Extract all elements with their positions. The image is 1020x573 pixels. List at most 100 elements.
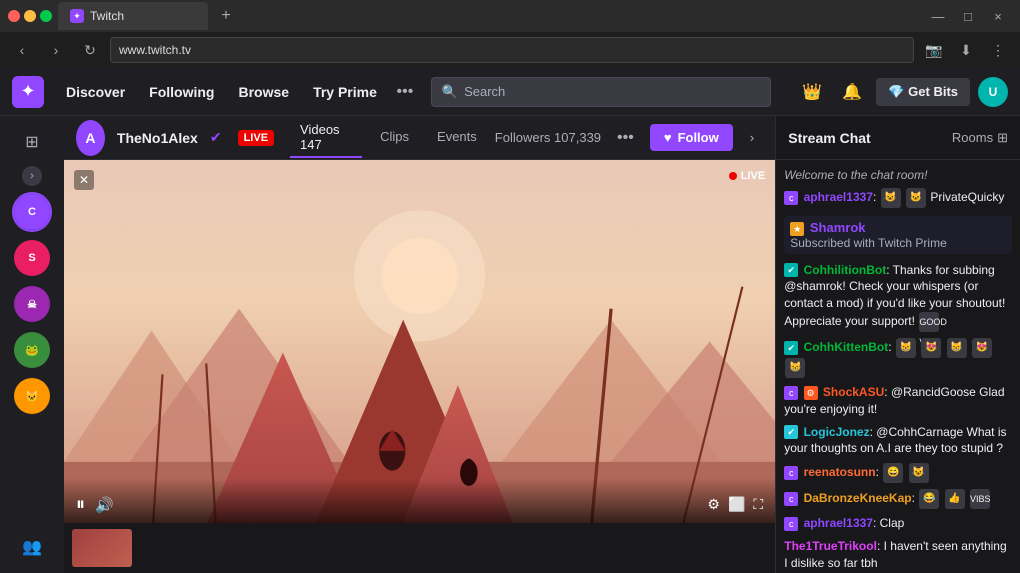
volume-button[interactable]: 🔊 [95, 496, 114, 514]
channel-avatar-5[interactable]: 🐱 [12, 376, 52, 416]
expand-button[interactable]: › [741, 124, 764, 152]
video-player[interactable]: ✕ LIVE ⏸ 🔊 ⚙ ⬜ ⛶ [64, 160, 775, 523]
chat-welcome: Welcome to the chat room! [784, 168, 1012, 182]
twitch-app: ✦ Discover Following Browse Try Prime ••… [0, 68, 1020, 573]
channel-avatar-3[interactable]: ☠ [12, 284, 52, 324]
channel-main-avatar: A [76, 120, 105, 156]
username-aphrael2: aphrael1337 [804, 516, 873, 530]
emote-bronze3: VIBS [970, 489, 990, 509]
collapse-arrow[interactable]: › [22, 166, 42, 186]
username-logic: LogicJonez [804, 425, 870, 439]
emote-k4: 😻 [972, 338, 992, 358]
channel-more-button[interactable]: ••• [609, 125, 642, 151]
live-text: LIVE [741, 170, 765, 182]
channel-avatar-1[interactable]: C [12, 192, 52, 232]
chat-message-bronze: c DaBronzeKneeKap: 😂 👍 VIBS [784, 489, 1012, 509]
emote-reena: 😄 [883, 463, 903, 483]
emote-k1: 😸 [896, 338, 916, 358]
address-bar[interactable]: www.twitch.tv [110, 37, 914, 63]
badge-bronze: c [784, 492, 798, 506]
minimize-button[interactable]: — [924, 2, 952, 30]
badge-aphrael2: c [784, 517, 798, 531]
search-placeholder: Search [464, 84, 505, 99]
bell-icon[interactable]: 🔔 [836, 76, 868, 108]
chat-message-reena: c reenatosunn: 😄 😺 [784, 463, 1012, 483]
traffic-lights [8, 10, 52, 22]
theatre-button[interactable]: ⬜ [728, 496, 745, 513]
user-avatar[interactable]: U [978, 77, 1008, 107]
crown-icon[interactable]: 👑 [796, 76, 828, 108]
grid-view-button[interactable]: ⊞ [14, 124, 50, 160]
play-pause-button[interactable]: ⏸ [76, 494, 85, 515]
gem-icon: 💎 [888, 84, 904, 100]
follow-button[interactable]: ♥ Follow [650, 124, 733, 151]
badge-shock2: ⚙ [804, 386, 818, 400]
refresh-button[interactable]: ↻ [76, 36, 104, 64]
rooms-icon: ⊞ [997, 130, 1008, 146]
badge-reena: c [784, 466, 798, 480]
maximize-traffic-light[interactable] [40, 10, 52, 22]
emote-k3: 😸 [947, 338, 967, 358]
twitch-logo: ✦ [12, 76, 44, 108]
nav-discover[interactable]: Discover [56, 78, 135, 106]
nav-more-button[interactable]: ••• [391, 78, 419, 106]
channel-avatar-2[interactable]: S [12, 238, 52, 278]
main-content: ✦ Discover Following Browse Try Prime ••… [0, 68, 1020, 573]
player-controls: ⏸ 🔊 ⚙ ⬜ ⛶ [64, 478, 775, 523]
settings-button[interactable]: ⚙ [707, 496, 720, 513]
forward-button[interactable]: › [42, 36, 70, 64]
chat-message-aphrael2: c aphrael1337: Clap [784, 515, 1012, 532]
badge-bot: ✔ [784, 263, 798, 277]
browser-toolbar: ‹ › ↻ www.twitch.tv 📷 ⬇ ⋮ [0, 32, 1020, 68]
channel-avatar-4[interactable]: 🐸 [12, 330, 52, 370]
menu-icon[interactable]: ⋮ [984, 36, 1012, 64]
live-dot [729, 172, 737, 180]
thumbnail-bar [64, 523, 775, 573]
badge-shock: c [784, 386, 798, 400]
tab-events[interactable]: Events [427, 125, 487, 150]
search-container: 🔍 Search [431, 77, 771, 107]
nav-try-prime[interactable]: Try Prime [303, 78, 387, 106]
search-box[interactable]: 🔍 Search [431, 77, 771, 107]
badge-logic: ✔ [784, 425, 798, 439]
camera-icon[interactable]: 📷 [920, 36, 948, 64]
nav-following[interactable]: Following [139, 78, 224, 106]
close-button[interactable]: × [984, 2, 1012, 30]
emote-k2: 😻 [921, 338, 941, 358]
download-icon[interactable]: ⬇ [952, 36, 980, 64]
back-button[interactable]: ‹ [8, 36, 36, 64]
browser-tab[interactable]: ✦ Twitch [58, 2, 208, 30]
minimize-traffic-light[interactable] [24, 10, 36, 22]
tab-title: Twitch [90, 9, 124, 23]
emote-bronze1: 😂 [919, 489, 939, 509]
users-icon[interactable]: 👥 [14, 529, 50, 565]
close-overlay-button[interactable]: ✕ [74, 170, 94, 190]
aphrael2-msg: Clap [880, 516, 905, 530]
emote-2: 🐱 [906, 188, 926, 208]
follow-label: Follow [678, 130, 719, 145]
browser-titlebar: ✦ Twitch + — □ × [0, 0, 1020, 32]
get-bits-button[interactable]: 💎 Get Bits [876, 78, 970, 106]
get-bits-label: Get Bits [908, 84, 958, 99]
video-background [64, 160, 775, 523]
close-traffic-light[interactable] [8, 10, 20, 22]
good-vibes-emote: GOOD VIBS [919, 312, 939, 332]
tab-clips[interactable]: Clips [370, 125, 419, 150]
toolbar-icons: 📷 ⬇ ⋮ [920, 36, 1012, 64]
sub-username: Shamrok [810, 220, 866, 235]
thumbnail-image[interactable] [72, 529, 132, 567]
maximize-button[interactable]: □ [954, 2, 982, 30]
twitch-navbar: ✦ Discover Following Browse Try Prime ••… [0, 68, 1020, 116]
chat-message-trikool: The1TrueTrikool: I haven't seen anything… [784, 538, 1012, 572]
chat-message-1: c aphrael1337: 😺 🐱 PrivateQuicky [784, 188, 1012, 208]
verified-icon: ✔ [210, 129, 222, 146]
nav-browse[interactable]: Browse [228, 78, 299, 106]
emote-bronze2: 👍 [945, 489, 965, 509]
fullscreen-button[interactable]: ⛶ [753, 496, 763, 513]
username-reena: reenatosunn [804, 465, 876, 479]
nav-right: 👑 🔔 💎 Get Bits U [796, 76, 1008, 108]
tab-videos[interactable]: Videos 147 [290, 118, 362, 158]
emote-1: 😺 [881, 188, 901, 208]
rooms-button[interactable]: Rooms ⊞ [952, 130, 1008, 146]
new-tab-button[interactable]: + [214, 4, 238, 28]
